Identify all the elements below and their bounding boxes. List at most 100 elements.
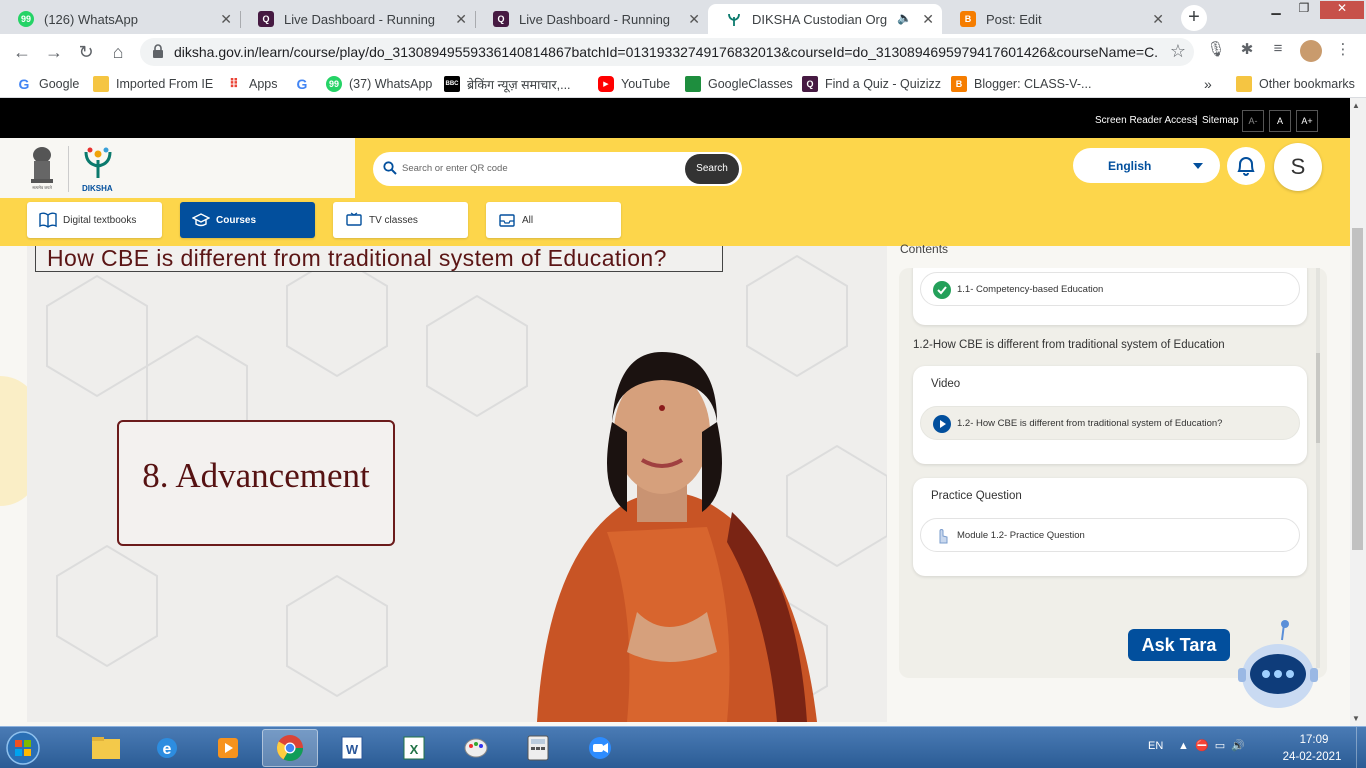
tab-whatsapp[interactable]: 99 (126) WhatsApp ✕ [0, 4, 240, 34]
diksha-logo-icon[interactable] [80, 144, 116, 180]
clock-time[interactable]: 17:09 [1284, 734, 1344, 746]
taskbar-explorer[interactable] [78, 729, 134, 767]
search-placeholder: Search or enter QR code [402, 163, 508, 174]
tab-live-dashboard-2[interactable]: Q Live Dashboard - Running ✕ [475, 4, 708, 34]
panel-scrollbar-thumb[interactable] [1316, 353, 1320, 443]
tv-icon [346, 212, 362, 226]
speaker-icon[interactable]: 🔈 [897, 11, 912, 25]
close-icon[interactable]: ✕ [922, 11, 934, 28]
screen-reader-link[interactable]: Screen Reader Access [1095, 115, 1197, 126]
content-item-practice-question[interactable]: Module 1.2- Practice Question [920, 518, 1300, 552]
font-increase-button[interactable]: A+ [1296, 110, 1318, 132]
close-icon[interactable]: ✕ [455, 11, 467, 28]
taskbar-excel[interactable]: X [386, 729, 442, 767]
bookmark-youtube[interactable]: ▶ YouTube [598, 75, 670, 93]
bookmark-google-2[interactable]: G [294, 75, 317, 93]
bbc-icon: BBC [444, 76, 460, 92]
bookmark-imported-from-ie[interactable]: Imported From IE [93, 75, 213, 93]
taskbar-paint[interactable] [448, 729, 504, 767]
show-desktop-button[interactable] [1356, 727, 1366, 768]
bookmark-label: ब्रेकिंग न्यूज़ समाचार,... [467, 77, 571, 92]
tab-digital-textbooks[interactable]: Digital textbooks [27, 202, 162, 238]
classroom-icon [685, 76, 701, 92]
tab-diksha[interactable]: DIKSHA Custodian Org 🔈 ✕ [708, 4, 942, 34]
language-value: English [1108, 159, 1152, 173]
taskbar-internet-explorer[interactable]: e [139, 729, 195, 767]
system-tray-icons[interactable]: ▲ ⛔ ▭ 🔊 [1178, 739, 1245, 752]
microphone-icon[interactable]: 🎙 [1206, 40, 1226, 62]
bookmark-star-icon[interactable]: ☆ [1170, 41, 1186, 62]
taskbar-chrome[interactable] [262, 729, 318, 767]
close-icon[interactable]: ✕ [1152, 11, 1164, 28]
item-label: 1.2- How CBE is different from tradition… [957, 418, 1223, 429]
inbox-icon [499, 214, 515, 227]
start-button[interactable] [4, 730, 42, 766]
bookmark-label: (37) WhatsApp [349, 77, 433, 91]
tab-tv-classes[interactable]: TV classes [333, 202, 468, 238]
user-avatar[interactable]: S [1274, 143, 1322, 191]
ask-tara-button[interactable]: Ask Tara [1128, 629, 1230, 661]
home-button[interactable]: ⌂ [106, 40, 130, 64]
bookmark-googleclasses[interactable]: GoogleClasses [685, 75, 793, 93]
input-language[interactable]: EN [1148, 740, 1163, 752]
panel-scrollbar[interactable] [1316, 268, 1320, 668]
tab-label: TV classes [369, 214, 418, 226]
accessibility-strip: Screen Reader Access | Sitemap A- A A+ [0, 98, 1350, 138]
content-item-competency-based-education[interactable]: 1.1- Competency-based Education [920, 272, 1300, 306]
menu-icon[interactable]: ⋮ [1333, 40, 1353, 62]
logo-label: DIKSHA [82, 184, 113, 193]
font-decrease-button[interactable]: A- [1242, 110, 1264, 132]
bookmark-quizizz[interactable]: Q Find a Quiz - Quizizz [802, 75, 941, 93]
bookmark-label: Google [39, 77, 80, 91]
minimize-button[interactable]: ▁ [1262, 1, 1290, 19]
tab-blogger[interactable]: B Post: Edit ✕ [942, 4, 1172, 34]
taskbar-media-player[interactable] [200, 729, 256, 767]
svg-text:X: X [410, 742, 419, 757]
search-input[interactable]: Search or enter QR code Search [373, 152, 742, 186]
close-icon[interactable]: ✕ [220, 11, 232, 28]
notification-bell-button[interactable] [1227, 147, 1265, 185]
scroll-up-arrow-icon[interactable]: ▲ [1352, 101, 1360, 110]
clock-date[interactable]: 24-02-2021 [1280, 751, 1344, 763]
other-bookmarks[interactable]: Other bookmarks [1236, 75, 1355, 93]
page-scrollbar-thumb[interactable] [1352, 228, 1363, 550]
taskbar-calculator[interactable] [510, 729, 566, 767]
tab-courses[interactable]: Courses [180, 202, 315, 238]
quizizz-icon: Q [493, 11, 509, 27]
blogger-icon: B [951, 76, 967, 92]
bookmark-google[interactable]: G Google [16, 75, 80, 93]
scroll-down-arrow-icon[interactable]: ▼ [1352, 714, 1360, 723]
reload-button[interactable]: ↻ [74, 40, 98, 64]
reading-list-icon[interactable]: ≡ [1268, 40, 1288, 62]
excel-icon: X [403, 736, 425, 760]
content-item-video[interactable]: 1.2- How CBE is different from tradition… [920, 406, 1300, 440]
bookmark-label: Find a Quiz - Quizizz [825, 77, 942, 91]
taskbar-zoom[interactable] [572, 729, 628, 767]
language-select[interactable]: English [1073, 148, 1220, 183]
forward-button[interactable]: → [42, 40, 66, 64]
close-icon[interactable]: ✕ [688, 11, 700, 28]
tara-robot-icon[interactable] [1236, 618, 1320, 718]
maximize-button[interactable]: ❐ [1290, 1, 1318, 19]
more-bookmarks-button[interactable]: » [1204, 75, 1212, 93]
google-icon: G [296, 76, 308, 92]
tab-live-dashboard-1[interactable]: Q Live Dashboard - Running ✕ [240, 4, 475, 34]
bookmark-apps[interactable]: ⠿ Apps [226, 75, 278, 93]
bookmark-whatsapp[interactable]: 99 (37) WhatsApp [326, 75, 432, 93]
search-button[interactable]: Search [685, 154, 739, 184]
tab-all[interactable]: All [486, 202, 621, 238]
taskbar-word[interactable]: W [324, 729, 380, 767]
back-button[interactable]: ← [10, 40, 34, 64]
font-normal-button[interactable]: A [1269, 110, 1291, 132]
new-tab-button[interactable]: + [1181, 5, 1207, 31]
close-window-button[interactable]: ✕ [1320, 1, 1364, 19]
extensions-icon[interactable]: ✱ [1237, 40, 1257, 62]
blogger-icon: B [960, 11, 976, 27]
bookmark-bbc-hindi[interactable]: BBC ब्रेकिंग न्यूज़ समाचार,... [444, 75, 571, 93]
address-bar[interactable]: diksha.gov.in/learn/course/play/do_31308… [140, 38, 1194, 66]
profile-avatar[interactable] [1300, 40, 1322, 62]
video-player[interactable]: How CBE is different from traditional sy… [27, 246, 887, 722]
bookmark-blogger[interactable]: B Blogger: CLASS-V-... [951, 75, 1091, 93]
sitemap-link[interactable]: Sitemap [1202, 115, 1239, 126]
whatsapp-icon: 99 [326, 76, 342, 92]
